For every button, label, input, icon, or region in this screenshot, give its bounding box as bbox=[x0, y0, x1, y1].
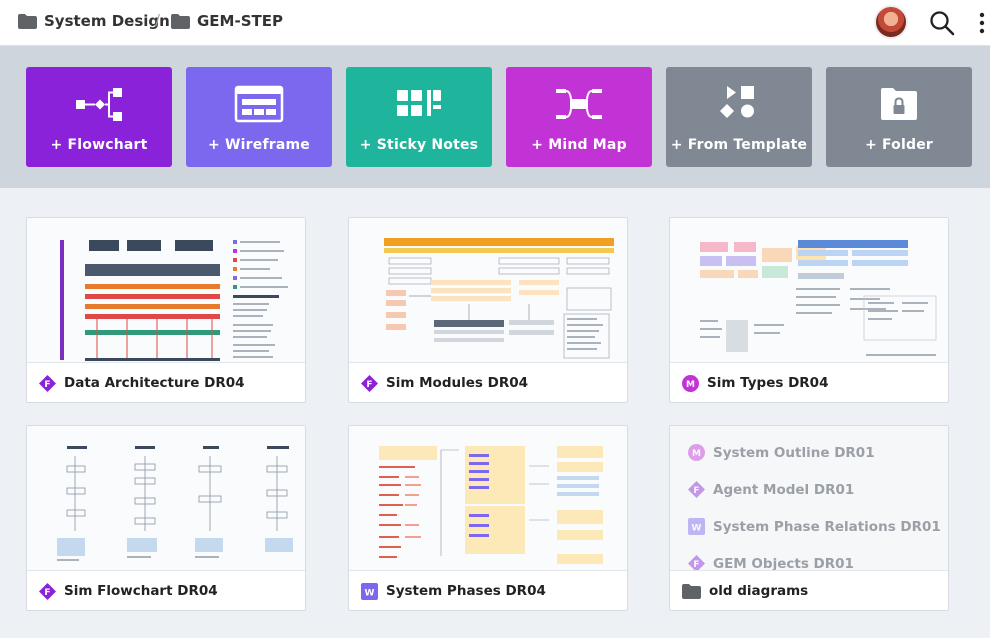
shapes-template-icon bbox=[720, 86, 754, 118]
sticky-notes-icon bbox=[397, 90, 441, 116]
new-sticky-notes-button[interactable]: + Sticky Notes bbox=[346, 67, 492, 167]
wireframe-doc-icon: W bbox=[688, 518, 705, 535]
document-title: Sim Modules DR04 bbox=[386, 375, 529, 391]
new-mind-map-button[interactable]: + Mind Map bbox=[506, 67, 652, 167]
user-avatar[interactable] bbox=[874, 5, 908, 39]
new-from-template-button[interactable]: + From Template bbox=[666, 67, 812, 167]
svg-text:M: M bbox=[692, 449, 701, 459]
folder-item-title: System Phase Relations DR01 bbox=[713, 518, 941, 535]
document-thumbnail bbox=[27, 218, 305, 363]
flowchart-doc-icon: F bbox=[39, 582, 56, 600]
folder-item: W System Phase Relations DR01 bbox=[688, 518, 941, 535]
top-bar: System Design / GEM-STEP bbox=[0, 0, 990, 46]
document-thumbnail bbox=[670, 218, 948, 363]
folder-item-title: System Outline DR01 bbox=[713, 444, 875, 461]
breadcrumb-current-label: GEM-STEP bbox=[197, 12, 283, 30]
document-card[interactable]: F Data Architecture DR04 bbox=[26, 217, 306, 403]
wireframe-icon bbox=[234, 85, 284, 123]
flowchart-doc-icon: F bbox=[39, 374, 56, 392]
svg-text:F: F bbox=[366, 380, 372, 390]
document-card[interactable]: F Sim Modules DR04 bbox=[348, 217, 628, 403]
folder-item: F Agent Model DR01 bbox=[688, 481, 854, 498]
svg-text:F: F bbox=[693, 560, 699, 570]
flowchart-doc-icon: F bbox=[688, 481, 705, 498]
breadcrumb-current[interactable]: GEM-STEP bbox=[171, 12, 283, 30]
document-card[interactable]: M Sim Types DR04 bbox=[669, 217, 949, 403]
svg-text:M: M bbox=[686, 380, 695, 390]
breadcrumb-root[interactable]: System Design bbox=[18, 12, 170, 30]
new-flowchart-button[interactable]: + Flowchart bbox=[26, 67, 172, 167]
create-new-bar: + Flowchart + Wireframe + Sticky Notes +… bbox=[0, 46, 990, 188]
document-thumbnail bbox=[349, 426, 627, 571]
folder-item: M System Outline DR01 bbox=[688, 444, 875, 461]
folder-item-title: GEM Objects DR01 bbox=[713, 555, 854, 571]
svg-text:F: F bbox=[44, 380, 50, 390]
svg-text:F: F bbox=[44, 588, 50, 598]
document-card[interactable]: F Sim Flowchart DR04 bbox=[26, 425, 306, 611]
folder-item: F GEM Objects DR01 bbox=[688, 555, 854, 571]
new-sticky-notes-label: + Sticky Notes bbox=[359, 137, 479, 153]
breadcrumb-separator: / bbox=[155, 11, 161, 29]
document-title: Sim Types DR04 bbox=[707, 375, 829, 391]
new-wireframe-button[interactable]: + Wireframe bbox=[186, 67, 332, 167]
new-flowchart-label: + Flowchart bbox=[50, 137, 148, 153]
folder-icon bbox=[682, 583, 701, 599]
document-card[interactable]: W System Phases DR04 bbox=[348, 425, 628, 611]
new-from-template-label: + From Template bbox=[670, 137, 808, 153]
document-thumbnail bbox=[27, 426, 305, 571]
locked-folder-icon bbox=[881, 88, 917, 120]
mind-map-doc-icon: M bbox=[688, 444, 705, 461]
new-mind-map-label: + Mind Map bbox=[531, 137, 627, 153]
new-folder-button[interactable]: + Folder bbox=[826, 67, 972, 167]
document-title: Sim Flowchart DR04 bbox=[64, 583, 218, 599]
svg-text:F: F bbox=[693, 486, 699, 496]
wireframe-doc-icon: W bbox=[361, 582, 378, 600]
mind-map-doc-icon: M bbox=[682, 374, 699, 392]
flowchart-doc-icon: F bbox=[688, 555, 705, 570]
new-folder-label: + Folder bbox=[864, 137, 934, 153]
flowchart-icon bbox=[76, 88, 122, 121]
document-thumbnail bbox=[349, 218, 627, 363]
folder-card[interactable]: M System Outline DR01 F Agent Model DR01… bbox=[669, 425, 949, 611]
folder-title: old diagrams bbox=[709, 583, 809, 599]
folder-contents-preview: M System Outline DR01 F Agent Model DR01… bbox=[670, 426, 948, 571]
breadcrumb-root-label: System Design bbox=[44, 12, 170, 30]
new-wireframe-label: + Wireframe bbox=[208, 137, 310, 153]
svg-text:W: W bbox=[365, 588, 375, 598]
flowchart-doc-icon: F bbox=[361, 374, 378, 392]
folder-icon bbox=[18, 13, 37, 29]
document-title: System Phases DR04 bbox=[386, 583, 546, 599]
more-options-icon[interactable] bbox=[975, 9, 989, 37]
search-icon[interactable] bbox=[928, 9, 956, 37]
document-title: Data Architecture DR04 bbox=[64, 375, 245, 391]
folder-item-title: Agent Model DR01 bbox=[713, 481, 855, 498]
mind-map-icon bbox=[556, 89, 602, 119]
svg-text:W: W bbox=[692, 524, 702, 534]
folder-icon bbox=[171, 13, 190, 29]
